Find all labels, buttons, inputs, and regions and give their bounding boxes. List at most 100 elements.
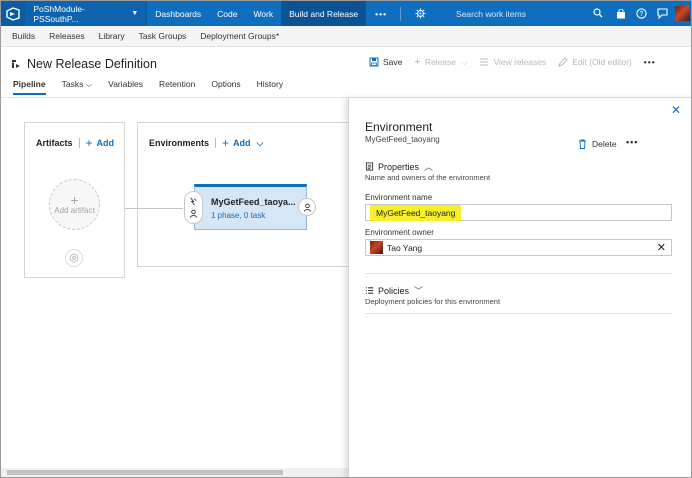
page-title: New Release Definition [27, 57, 157, 71]
save-button[interactable]: Save [369, 57, 402, 67]
help-icon[interactable]: ? [631, 1, 651, 26]
vsts-logo-icon[interactable] [1, 1, 26, 26]
add-label: Add [233, 138, 251, 148]
nav-code[interactable]: Code [209, 1, 245, 26]
pre-deployment-conditions[interactable] [184, 191, 203, 224]
policies-title: Policies [378, 285, 410, 296]
pipeline-canvas: Artifacts + Add + Add artifact Environmen… [1, 98, 352, 468]
project-name: PoShModule-PSSouthP... [33, 3, 85, 24]
gear-icon[interactable] [405, 1, 436, 26]
edit-old-editor-button[interactable]: Edit (Old editor) [558, 57, 632, 67]
feedback-icon[interactable] [652, 1, 672, 26]
tab-options[interactable]: Options [211, 79, 240, 95]
nav-work[interactable]: Work [245, 1, 281, 26]
chevron-down-icon: ⌵ [85, 79, 93, 89]
delete-label: Delete [592, 139, 617, 149]
add-artifact-link[interactable]: + Add [86, 136, 115, 150]
trigger-icon[interactable] [65, 249, 83, 267]
properties-title: Properties [378, 161, 420, 172]
close-icon[interactable]: ✕ [671, 103, 681, 117]
chevron-down-icon: ⌵ [256, 137, 264, 148]
horizontal-scrollbar[interactable] [1, 468, 348, 477]
trash-icon [579, 139, 586, 149]
trigger-lightning-icon [190, 197, 197, 206]
chevron-up-icon: ︿ [424, 162, 434, 172]
panel-subtitle: MyGetFeed_taoyang [365, 135, 440, 144]
add-label: Add [96, 138, 115, 148]
add-artifact-label: Add artifact [54, 206, 95, 215]
panel-title: Environment [365, 120, 433, 134]
environment-card-name: MyGetFeed_taoya... [211, 197, 296, 207]
environment-details-panel: ✕ Environment MyGetFeed_taoyang Delete •… [348, 98, 691, 477]
panel-more-button[interactable]: ••• [626, 137, 638, 147]
environment-card-summary[interactable]: 1 phase, 0 task [211, 211, 265, 220]
project-selector[interactable]: PoShModule-PSSouthP... ▼ [25, 1, 148, 26]
policies-list-icon [365, 287, 374, 294]
person-icon [303, 203, 311, 212]
view-releases-button[interactable]: View releases [479, 57, 546, 67]
search-icon[interactable] [593, 7, 603, 20]
header-divider [215, 138, 217, 148]
environment-card[interactable]: MyGetFeed_taoya... 1 phase, 0 task [194, 184, 307, 230]
release-definition-icon [12, 60, 20, 68]
properties-description: Name and owners of the environment [365, 173, 491, 182]
subnav-task-groups[interactable]: Task Groups [132, 31, 194, 41]
environments-header: Environments + Add ⌵ [149, 136, 263, 150]
hub-sub-nav: Builds Releases Library Task Groups Depl… [1, 26, 691, 47]
chevron-down-icon: ⌵ [461, 56, 468, 67]
subnav-deployment-groups[interactable]: Deployment Groups* [193, 31, 286, 41]
top-nav-bar: PoShModule-PSSouthP... ▼ Dashboards Code… [1, 1, 691, 26]
environment-owner-label: Environment owner [365, 228, 434, 237]
tab-tasks[interactable]: Tasks ⌵ [62, 79, 93, 95]
toolbar-more-button[interactable]: ••• [644, 57, 656, 67]
nav-dashboards[interactable]: Dashboards [147, 1, 209, 26]
plus-icon: + [414, 56, 421, 68]
chevron-down-icon: ▼ [131, 10, 139, 17]
policies-description: Deployment policies for this environment [365, 297, 501, 306]
definition-tabs: Pipeline Tasks ⌵ Variables Retention Opt… [13, 79, 299, 95]
search-box[interactable]: Search work items [450, 1, 611, 26]
release-button[interactable]: + Release ⌵ [414, 56, 467, 68]
subnav-releases[interactable]: Releases [42, 31, 91, 41]
save-label: Save [383, 57, 403, 67]
scrollbar-thumb[interactable] [7, 470, 283, 475]
tab-history[interactable]: History [257, 79, 283, 95]
search-placeholder: Search work items [456, 8, 526, 19]
post-deployment-approvers[interactable] [298, 198, 316, 216]
environment-name-input[interactable]: MyGetFeed_taoyang [365, 204, 672, 221]
delete-environment-button[interactable]: Delete [578, 139, 617, 149]
policies-section-header[interactable]: Policies ﹀ [365, 284, 423, 297]
tab-tasks-label: Tasks [61, 79, 84, 89]
artifacts-pane: Artifacts + Add + Add artifact [24, 122, 125, 278]
save-icon [369, 57, 379, 67]
definition-toolbar: Save + Release ⌵ View releases Edit (Old… [369, 56, 668, 68]
environment-owner-input[interactable]: Tao Yang ✕ [365, 239, 672, 256]
section-divider [365, 313, 672, 314]
section-divider [365, 273, 672, 274]
owner-avatar [370, 241, 383, 254]
environment-name-value: MyGetFeed_taoyang [370, 204, 462, 221]
environment-owner-value: Tao Yang [387, 242, 423, 253]
nav-build-and-release[interactable]: Build and Release [281, 1, 367, 26]
person-icon [189, 209, 198, 218]
edit-label: Edit (Old editor) [572, 57, 632, 67]
header-divider [78, 138, 80, 148]
nav-more-button[interactable]: ••• [366, 1, 396, 26]
shopping-bag-icon[interactable] [611, 1, 631, 26]
pipeline-connector-line [125, 208, 183, 209]
tab-retention[interactable]: Retention [159, 79, 195, 95]
subnav-builds[interactable]: Builds [5, 31, 42, 41]
properties-section-header[interactable]: Properties ︿ [365, 160, 433, 173]
user-avatar[interactable] [675, 6, 690, 21]
app-window: PoShModule-PSSouthP... ▼ Dashboards Code… [0, 0, 692, 478]
tab-variables[interactable]: Variables [108, 79, 143, 95]
clear-icon[interactable]: ✕ [657, 241, 666, 254]
artifacts-label: Artifacts [36, 138, 73, 148]
tab-pipeline[interactable]: Pipeline [13, 79, 46, 95]
plus-icon: + [85, 136, 93, 150]
nav-separator [400, 6, 402, 21]
add-artifact-button[interactable]: + Add artifact [49, 179, 100, 230]
add-environment-link[interactable]: + Add ⌵ [222, 136, 263, 150]
environments-label: Environments [149, 138, 210, 148]
subnav-library[interactable]: Library [92, 31, 132, 41]
